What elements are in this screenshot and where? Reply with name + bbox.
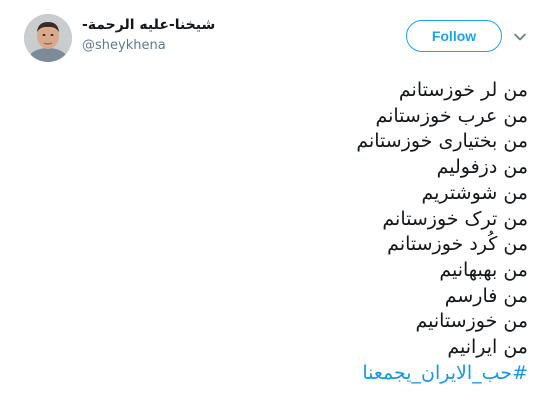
- user-handle[interactable]: @sheykhena: [82, 38, 166, 53]
- tweet-line: من لر خوزستانم: [398, 79, 528, 101]
- chevron-down-icon[interactable]: [513, 30, 527, 44]
- display-name[interactable]: شیخنا-علیه الرحمة-: [82, 17, 215, 33]
- tweet-header: شیخنا-علیه الرحمة- @sheykhena Follow: [0, 0, 554, 70]
- tweet-line: من فارسم: [444, 284, 528, 307]
- tweet-text: من لر خوزستانم من عرب خوزستانم من بختیار…: [28, 78, 528, 386]
- tweet-line: من عرب خوزستانم: [375, 104, 528, 127]
- tweet-line: من ترک خوزستانم: [382, 207, 528, 230]
- tweet-line: من خوزستانیم: [415, 310, 528, 333]
- tweet-line: من بهبهانیم: [439, 258, 528, 281]
- hashtag-link[interactable]: #حب_الایران_یجمعنا: [28, 361, 528, 387]
- avatar[interactable]: [24, 14, 72, 62]
- tweet-line: من بختیاری خوزستانم: [356, 130, 528, 153]
- tweet-line: من شوشتریم: [421, 181, 529, 204]
- tweet-line: من دزفولیم: [436, 156, 528, 179]
- avatar-photo-icon: [24, 14, 72, 62]
- tweet-line: من کُرد خوزستانم: [387, 233, 528, 256]
- follow-button[interactable]: Follow: [406, 20, 502, 52]
- tweet-line: من ایرانیم: [447, 336, 528, 359]
